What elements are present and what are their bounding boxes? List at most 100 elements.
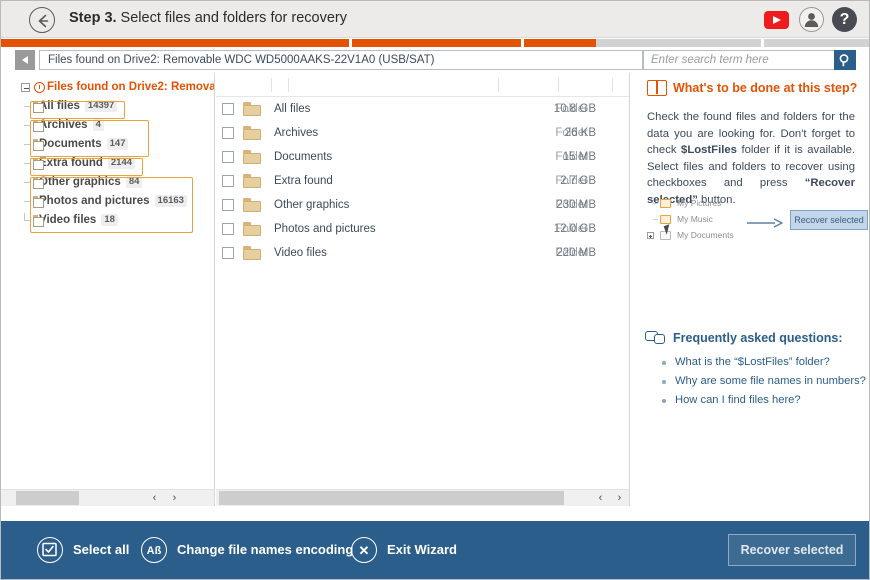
scroll-left-button[interactable]: ‹ bbox=[592, 490, 609, 506]
scroll-right-button[interactable]: › bbox=[166, 490, 183, 506]
folder-icon bbox=[243, 198, 261, 212]
step-title-text: Select files and folders for recovery bbox=[120, 10, 348, 26]
tree-item-documents[interactable]: Documents 147 bbox=[1, 135, 214, 154]
close-x-glyph: ✕ bbox=[358, 543, 370, 558]
illustration-branch-line bbox=[653, 219, 658, 220]
progress-notch bbox=[761, 39, 764, 47]
step-number: Step 3. bbox=[69, 10, 117, 26]
file-name: Other graphics bbox=[274, 199, 350, 211]
tree-checkbox-icon[interactable] bbox=[33, 214, 46, 227]
tree-item-all-files[interactable]: All files 14397 bbox=[1, 97, 214, 116]
faq-link-numbered-names[interactable]: Why are some file names in numbers? bbox=[659, 372, 869, 391]
progress-notch bbox=[521, 39, 524, 47]
tree-horizontal-scrollbar[interactable]: ‹ › bbox=[1, 489, 214, 506]
tree-checkbox-icon[interactable] bbox=[33, 100, 46, 113]
row-checkbox[interactable] bbox=[222, 151, 234, 163]
file-list-header bbox=[216, 73, 629, 97]
folder-icon bbox=[243, 222, 261, 236]
scroll-left-button[interactable]: ‹ bbox=[146, 490, 163, 506]
folder-icon bbox=[243, 246, 261, 260]
path-back-button[interactable] bbox=[15, 50, 35, 70]
table-row[interactable]: Extra found Folder 2.7 GB bbox=[216, 169, 629, 193]
folder-tree: Files found on Drive2: Removab All files… bbox=[1, 78, 215, 233]
user-account-icon[interactable] bbox=[799, 7, 824, 32]
step-progress-bar bbox=[1, 39, 869, 47]
arrow-left-icon bbox=[38, 14, 49, 28]
path-display[interactable]: Files found on Drive2: Removable WDC WD5… bbox=[39, 50, 643, 70]
help-text-bold-lostfiles: $LostFiles bbox=[681, 144, 737, 156]
tree-checkbox-icon[interactable] bbox=[33, 176, 46, 189]
column-separator[interactable] bbox=[558, 78, 559, 92]
table-row[interactable]: Video files Folder 220 MB bbox=[216, 241, 629, 265]
arrow-right-icon bbox=[747, 218, 783, 228]
exit-wizard-label: Exit Wizard bbox=[387, 542, 457, 557]
tree-item-label: Documents bbox=[39, 138, 102, 150]
column-separator[interactable] bbox=[612, 78, 613, 92]
progress-fill bbox=[1, 39, 596, 47]
ab-encoding-glyph: Aß bbox=[146, 545, 162, 557]
file-name: Archives bbox=[274, 127, 319, 139]
tree-checkbox-icon[interactable] bbox=[33, 157, 46, 170]
tree-branch-line bbox=[24, 182, 31, 183]
tree-checkbox-icon[interactable] bbox=[33, 119, 46, 132]
row-checkbox[interactable] bbox=[222, 127, 234, 139]
page-title: Step 3. Select files and folders for reco… bbox=[69, 10, 347, 26]
change-encoding-label: Change file names encoding bbox=[177, 542, 354, 557]
tree-item-count: 84 bbox=[125, 175, 143, 188]
folder-icon bbox=[243, 150, 261, 164]
row-checkbox[interactable] bbox=[222, 199, 234, 211]
search-button[interactable] bbox=[834, 50, 856, 70]
youtube-icon[interactable] bbox=[764, 11, 789, 29]
row-checkbox[interactable] bbox=[222, 103, 234, 115]
row-checkbox[interactable] bbox=[222, 223, 234, 235]
select-all-label: Select all bbox=[73, 542, 130, 557]
tree-item-count: 147 bbox=[106, 137, 129, 150]
tree-branch-line bbox=[24, 144, 31, 145]
row-checkbox[interactable] bbox=[222, 247, 234, 259]
help-illustration: My Pictures My Music My Documents Recove… bbox=[647, 198, 868, 246]
column-separator[interactable] bbox=[271, 78, 272, 92]
tree-root-item[interactable]: Files found on Drive2: Removab bbox=[1, 78, 215, 97]
select-all-checkbox-icon bbox=[37, 537, 63, 563]
folder-icon bbox=[243, 102, 261, 116]
tree-item-label: Photos and pictures bbox=[39, 195, 150, 207]
tree-checkbox-icon[interactable] bbox=[33, 195, 46, 208]
table-row[interactable]: Archives Folder 26 KB bbox=[216, 121, 629, 145]
file-name: All files bbox=[274, 103, 311, 115]
tree-item-label: Video files bbox=[39, 214, 97, 226]
tree-item-other-graphics[interactable]: Other graphics 84 bbox=[1, 173, 214, 192]
tree-item-archives[interactable]: Archives 4 bbox=[1, 116, 214, 135]
tree-checkbox-icon[interactable] bbox=[33, 138, 46, 151]
file-list-horizontal-scrollbar[interactable]: ‹ › bbox=[216, 489, 629, 506]
minus-expander-icon[interactable] bbox=[21, 83, 30, 92]
table-row[interactable]: All files Folder 10.8 GB bbox=[216, 97, 629, 121]
help-panel: What's to be done at this step? Check th… bbox=[631, 73, 869, 506]
folder-tree-panel: Files found on Drive2: Removab All files… bbox=[1, 73, 215, 506]
table-row[interactable]: Other graphics Folder 230 MB bbox=[216, 193, 629, 217]
row-checkbox[interactable] bbox=[222, 175, 234, 187]
ab-encoding-icon: Aß bbox=[141, 537, 167, 563]
help-question-icon[interactable]: ? bbox=[832, 7, 857, 32]
recover-selected-button[interactable]: Recover selected bbox=[728, 534, 856, 566]
scrollbar-thumb[interactable] bbox=[219, 491, 564, 505]
tree-root-label: Files found on Drive2: Removab bbox=[47, 81, 215, 93]
column-separator[interactable] bbox=[498, 78, 499, 92]
tree-branch-line bbox=[24, 163, 31, 164]
progress-notch bbox=[349, 39, 352, 47]
tree-item-count: 14397 bbox=[84, 99, 118, 112]
table-row[interactable]: Documents Folder 15 MB bbox=[216, 145, 629, 169]
open-book-icon bbox=[647, 80, 667, 96]
tree-item-video-files[interactable]: Video files 18 bbox=[1, 211, 214, 230]
faq-link-find-files[interactable]: How can I find files here? bbox=[659, 391, 869, 410]
faq-link-lostfiles[interactable]: What is the “$LostFiles” folder? bbox=[659, 353, 869, 372]
search-input[interactable]: Enter search term here bbox=[643, 50, 835, 70]
scroll-right-button[interactable]: › bbox=[611, 490, 628, 506]
tree-item-extra-found[interactable]: Extra found 2144 bbox=[1, 154, 214, 173]
tree-item-photos-and-pictures[interactable]: Photos and pictures 16163 bbox=[1, 192, 214, 211]
table-row[interactable]: Photos and pictures Folder 12.0 GB bbox=[216, 217, 629, 241]
column-separator[interactable] bbox=[288, 78, 289, 92]
file-name: Video files bbox=[274, 247, 327, 259]
back-button[interactable] bbox=[29, 7, 55, 33]
user-glyph-icon bbox=[804, 13, 819, 27]
scrollbar-thumb[interactable] bbox=[16, 491, 79, 505]
